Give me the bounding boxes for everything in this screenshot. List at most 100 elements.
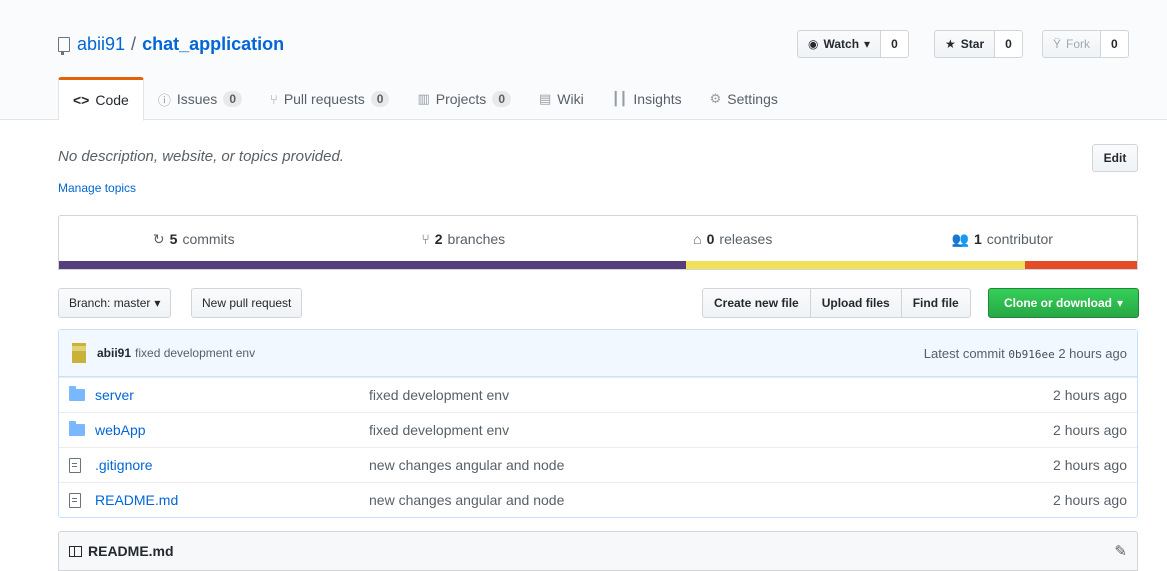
contributors-count: 1 — [973, 231, 982, 247]
branches-label: branches — [447, 231, 506, 247]
file-name-link[interactable]: server — [95, 387, 369, 403]
table-row: webApp fixed development env 2 hours ago — [59, 412, 1137, 447]
watch-count[interactable]: 0 — [881, 30, 909, 58]
file-icon — [69, 457, 89, 473]
table-row: README.md new changes angular and node 2… — [59, 482, 1137, 517]
create-new-file-button[interactable]: Create new file — [702, 288, 811, 318]
watch-group: ◉ Watch ▾ 0 — [797, 30, 909, 58]
file-name-link[interactable]: .gitignore — [95, 457, 369, 473]
tab-issues-label: Issues — [176, 91, 218, 107]
upload-files-button[interactable]: Upload files — [809, 288, 902, 318]
new-pull-request-button[interactable]: New pull request — [191, 288, 303, 318]
tab-pull-requests[interactable]: ⑂ Pull requests 0 — [256, 77, 403, 121]
file-commit-message[interactable]: new changes angular and node — [369, 492, 1053, 508]
clone-download-button[interactable]: Clone or download ▾ — [988, 288, 1139, 318]
code-icon: <> — [73, 92, 90, 108]
file-age: 2 hours ago — [1053, 387, 1127, 403]
readme-title: README.md — [88, 543, 174, 559]
clone-label: Clone or download — [1003, 296, 1112, 310]
repo-title: abii91 / chat_application — [58, 34, 284, 55]
gear-icon: ⚙ — [709, 91, 722, 106]
book-icon — [69, 545, 82, 557]
commits-link[interactable]: ↻ 5 commits — [59, 231, 329, 248]
contributors-link[interactable]: 👥 1 contributor — [868, 231, 1138, 248]
file-name-link[interactable]: README.md — [95, 492, 369, 508]
tab-projects[interactable]: ▥ Projects 0 — [403, 77, 525, 121]
folder-icon — [69, 386, 89, 401]
repo-separator: / — [131, 34, 137, 54]
language-segment[interactable] — [1024, 261, 1137, 269]
repo-nav-tabs: <> Code ⓘ Issues 0 ⑂ Pull requests 0 ▥ P… — [58, 77, 792, 121]
branch-label: Branch: master — [69, 296, 151, 310]
tab-issues[interactable]: ⓘ Issues 0 — [144, 77, 256, 121]
contributors-label: contributor — [986, 231, 1053, 247]
tab-settings-label: Settings — [727, 91, 778, 107]
latest-commit-info: Latest commit 0b916ee 2 hours ago — [924, 346, 1127, 361]
file-commit-message[interactable]: new changes angular and node — [369, 457, 1053, 473]
fork-group: Ÿ Fork 0 — [1042, 30, 1129, 58]
projects-counter: 0 — [492, 91, 511, 107]
watch-button[interactable]: ◉ Watch ▾ — [797, 30, 882, 58]
file-age: 2 hours ago — [1053, 457, 1127, 473]
repo-name-link[interactable]: chat_application — [142, 34, 284, 55]
history-icon: ↻ — [152, 230, 165, 247]
tab-wiki[interactable]: ▤ Wiki — [525, 77, 598, 121]
branch-select-button[interactable]: Branch: master ▾ — [58, 288, 172, 318]
people-icon: 👥 — [951, 230, 969, 247]
releases-label: releases — [719, 231, 773, 247]
tab-code[interactable]: <> Code — [58, 77, 144, 121]
graph-icon: ┃┃ — [611, 91, 628, 106]
caret-down-icon: ▾ — [1116, 296, 1124, 310]
commits-label: commits — [182, 231, 235, 247]
tab-code-label: Code — [95, 92, 129, 108]
file-commit-message[interactable]: fixed development env — [369, 387, 1053, 403]
fork-label: Fork — [1066, 37, 1091, 51]
issue-icon: ⓘ — [157, 92, 171, 108]
find-file-button[interactable]: Find file — [900, 288, 971, 318]
language-bar[interactable] — [59, 261, 1137, 269]
repo-owner-link[interactable]: abii91 — [77, 34, 125, 55]
tab-settings[interactable]: ⚙ Settings — [696, 77, 792, 121]
commits-count: 5 — [169, 231, 178, 247]
file-icon — [69, 492, 89, 508]
issues-counter: 0 — [223, 91, 242, 107]
edit-description-button[interactable]: Edit — [1092, 144, 1138, 172]
pencil-icon[interactable]: ✎ — [1114, 542, 1127, 560]
fork-count[interactable]: 0 — [1101, 30, 1129, 58]
tab-insights[interactable]: ┃┃ Insights — [598, 77, 696, 121]
latest-commit-label: Latest commit — [923, 345, 1005, 361]
fork-icon: Ÿ — [1053, 37, 1062, 51]
star-icon: ★ — [945, 37, 956, 51]
language-segment[interactable] — [686, 261, 1025, 269]
tab-projects-label: Projects — [435, 91, 487, 107]
repo-description: No description, website, or topics provi… — [58, 148, 344, 165]
eye-icon: ◉ — [808, 37, 819, 51]
commit-message-link[interactable]: fixed development env — [135, 346, 255, 360]
file-commit-message[interactable]: fixed development env — [369, 422, 1053, 438]
table-row: server fixed development env 2 hours ago — [59, 377, 1137, 412]
watch-label: Watch — [823, 37, 860, 51]
fork-button[interactable]: Ÿ Fork — [1042, 30, 1102, 58]
branches-count: 2 — [434, 231, 443, 247]
table-row: .gitignore new changes angular and node … — [59, 447, 1137, 482]
commit-time: 2 hours ago — [1058, 345, 1127, 361]
star-label: Star — [960, 37, 985, 51]
releases-count: 0 — [706, 231, 715, 247]
language-segment[interactable] — [59, 261, 687, 269]
pull-requests-counter: 0 — [370, 91, 390, 107]
file-name-link[interactable]: webApp — [95, 422, 369, 438]
avatar[interactable] — [69, 343, 89, 363]
project-icon: ▥ — [417, 91, 430, 106]
manage-topics-link[interactable]: Manage topics — [58, 181, 136, 195]
branches-link[interactable]: ⑂ 2 branches — [329, 231, 599, 247]
star-button[interactable]: ★ Star — [934, 30, 996, 58]
tab-insights-label: Insights — [633, 91, 682, 107]
caret-down-icon: ▾ — [154, 296, 161, 310]
repo-icon — [58, 37, 70, 55]
commit-sha-link[interactable]: 0b916ee — [1008, 348, 1054, 361]
commit-author-link[interactable]: abii91 — [97, 346, 131, 360]
file-list: abii91 fixed development env Latest comm… — [58, 329, 1138, 518]
folder-icon — [69, 421, 89, 436]
releases-link[interactable]: ⌂ 0 releases — [598, 231, 868, 247]
star-count[interactable]: 0 — [995, 30, 1023, 58]
